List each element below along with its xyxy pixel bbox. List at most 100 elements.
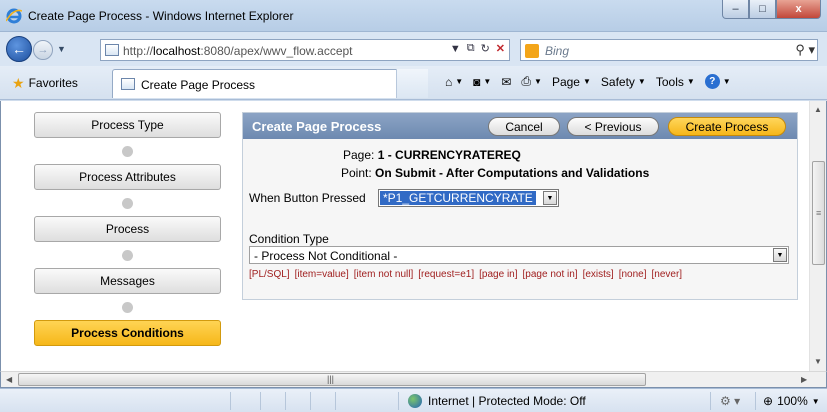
safety-menu[interactable]: Safety ▼ xyxy=(601,75,646,89)
status-separator xyxy=(230,392,231,410)
page-content: Process Type Process Attributes Process … xyxy=(0,101,827,371)
shortcut-link[interactable]: [page not in] xyxy=(523,269,578,280)
print-button[interactable]: ⎙ ▼ xyxy=(521,74,542,89)
search-box[interactable]: Bing ⚲ ▾ xyxy=(520,39,818,61)
when-button-pressed-value: *P1_GETCURRENCYRATE xyxy=(380,191,536,205)
when-button-pressed-label: When Button Pressed xyxy=(249,191,366,205)
status-separator xyxy=(710,392,711,410)
favorites-label: Favorites xyxy=(28,76,78,90)
search-placeholder: Bing xyxy=(545,44,570,58)
compatibility-view-icon[interactable]: ⧉ xyxy=(467,42,475,55)
back-button[interactable]: ← xyxy=(6,36,32,62)
new-tab-button[interactable] xyxy=(396,69,428,98)
window-controls: ‒ □ x xyxy=(722,0,821,20)
chevron-down-icon[interactable]: ▼ xyxy=(543,191,557,205)
back-arrow-icon: ← xyxy=(12,41,26,57)
shortcut-link[interactable]: [exists] xyxy=(583,269,614,280)
feeds-button[interactable]: ◙ ▼ xyxy=(473,75,491,89)
vertical-scroll-thumb[interactable]: ≡ xyxy=(812,161,825,265)
condition-type-value: - Process Not Conditional - xyxy=(254,249,398,263)
shortcut-link[interactable]: [item not null] xyxy=(354,269,413,280)
scroll-down-icon[interactable]: ▼ xyxy=(814,357,822,366)
mail-button[interactable]: ✉ xyxy=(501,75,511,89)
wizard-connector xyxy=(34,242,221,268)
forward-button[interactable]: → xyxy=(33,40,53,60)
shortcut-link[interactable]: [request=e1] xyxy=(418,269,474,280)
status-separator xyxy=(398,392,399,410)
favorites-bar: ★ Favorites Create Page Process ⌂ ▼ ◙ ▼ ✉ … xyxy=(0,66,827,100)
wizard-steps: Process Type Process Attributes Process … xyxy=(34,112,221,346)
window-titlebar: Create Page Process - Windows Internet E… xyxy=(0,0,827,32)
zoom-level: 100% xyxy=(777,394,808,408)
home-button[interactable]: ⌂ ▼ xyxy=(445,75,463,89)
globe-icon xyxy=(408,394,422,408)
page-info: Page: 1 - CURRENCYRATEREQ xyxy=(343,148,521,162)
browser-tab[interactable]: Create Page Process xyxy=(112,69,428,98)
shortcut-link[interactable]: [page in] xyxy=(479,269,517,280)
refresh-icon[interactable]: ↻ xyxy=(481,42,490,55)
panel-title: Create Page Process xyxy=(252,119,382,134)
recent-pages-dropdown-icon[interactable]: ▼ xyxy=(57,44,66,54)
scroll-up-icon[interactable]: ▲ xyxy=(814,105,822,114)
search-icon[interactable]: ⚲ ▾ xyxy=(795,42,815,58)
internet-explorer-icon xyxy=(6,8,22,24)
previous-button[interactable]: < Previous xyxy=(567,117,659,136)
security-zone[interactable]: Internet | Protected Mode: Off xyxy=(428,394,586,408)
rss-icon: ◙ xyxy=(473,74,481,89)
favorites-button[interactable]: ★ Favorites xyxy=(6,72,84,94)
help-button[interactable]: ? ▼ xyxy=(704,74,731,89)
horizontal-scroll-thumb[interactable]: ||| xyxy=(18,373,646,386)
tools-menu[interactable]: Tools ▼ xyxy=(656,75,695,89)
grip-icon: ≡ xyxy=(816,208,822,218)
wizard-step-messages[interactable]: Messages xyxy=(34,268,221,294)
point-label: Point: xyxy=(341,166,372,180)
wizard-step-process-attributes[interactable]: Process Attributes xyxy=(34,164,221,190)
command-bar: ⌂ ▼ ◙ ▼ ✉ ⎙ ▼ Page ▼ Safety ▼ Tools ▼ ? ▼ xyxy=(445,74,731,89)
page-icon xyxy=(121,78,135,90)
zoom-control[interactable]: ⊕ 100% ▼ xyxy=(763,394,820,408)
wizard-step-process[interactable]: Process xyxy=(34,216,221,242)
condition-type-select[interactable]: - Process Not Conditional - ▼ xyxy=(249,246,789,264)
star-icon: ★ xyxy=(12,74,25,91)
page-icon xyxy=(105,44,119,56)
stop-icon[interactable]: ✕ xyxy=(496,42,505,55)
tab-label: Create Page Process xyxy=(141,78,256,92)
shortcut-link[interactable]: [item=value] xyxy=(295,269,349,280)
status-separator xyxy=(310,392,311,410)
minimize-button[interactable]: ‒ xyxy=(722,0,749,19)
chevron-down-icon: ▼ xyxy=(811,396,820,406)
panel-header: Create Page Process Cancel < Previous Cr… xyxy=(243,113,797,139)
shortcut-link[interactable]: [PL/SQL] xyxy=(249,269,290,280)
navigation-bar: ← → ▼ http://localhost:8080/apex/wwv_flo… xyxy=(0,32,827,66)
address-bar[interactable]: http://localhost:8080/apex/wwv_flow.acce… xyxy=(100,39,510,61)
wizard-step-process-type[interactable]: Process Type xyxy=(34,112,221,138)
protected-mode-icon[interactable]: ⚙ ▾ xyxy=(720,394,740,408)
chevron-down-icon[interactable]: ▼ xyxy=(773,248,787,262)
address-dropdown-icon[interactable]: ▼ xyxy=(450,43,461,55)
shortcut-link[interactable]: [never] xyxy=(652,269,683,280)
when-button-pressed-select[interactable]: *P1_GETCURRENCYRATE ▼ xyxy=(378,189,559,207)
point-value: On Submit - After Computations and Valid… xyxy=(375,166,650,180)
page-value: 1 - CURRENCYRATEREQ xyxy=(377,148,521,162)
page-menu[interactable]: Page ▼ xyxy=(552,75,591,89)
vertical-scrollbar[interactable]: ▲ ≡ ▼ xyxy=(809,101,826,371)
condition-shortcuts: [PL/SQL] [item=value] [item not null] [r… xyxy=(249,269,682,280)
scroll-left-icon[interactable]: ◀ xyxy=(6,375,12,384)
wizard-connector xyxy=(34,190,221,216)
cancel-button[interactable]: Cancel xyxy=(488,117,560,136)
wizard-step-process-conditions[interactable]: Process Conditions xyxy=(34,320,221,346)
status-separator xyxy=(755,392,756,410)
scroll-right-icon[interactable]: ▶ xyxy=(801,375,807,384)
mail-icon: ✉ xyxy=(501,74,512,89)
horizontal-scrollbar[interactable]: ◀ ||| ▶ xyxy=(0,371,827,388)
home-icon: ⌂ xyxy=(445,74,453,89)
maximize-button[interactable]: □ xyxy=(749,0,776,19)
create-process-button[interactable]: Create Process xyxy=(668,117,786,136)
bing-logo-icon xyxy=(525,44,539,58)
address-url[interactable]: http://localhost:8080/apex/wwv_flow.acce… xyxy=(123,44,353,58)
shortcut-link[interactable]: [none] xyxy=(619,269,647,280)
wizard-connector xyxy=(34,138,221,164)
printer-icon: ⎙ xyxy=(521,74,532,88)
close-button[interactable]: x xyxy=(776,0,821,19)
condition-type-label: Condition Type xyxy=(249,232,329,246)
